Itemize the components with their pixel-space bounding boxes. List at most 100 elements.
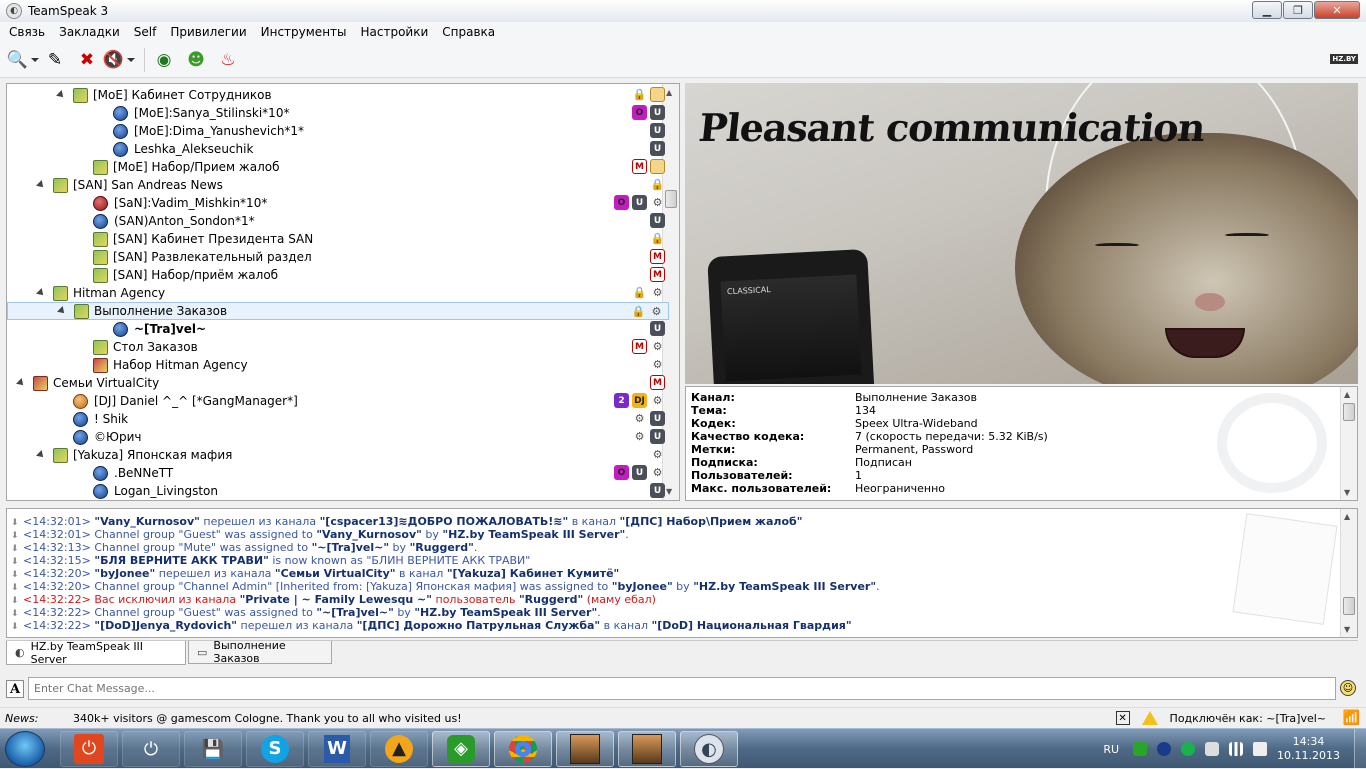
chat-name[interactable]: "[DoD] Национальная Гвардия" (651, 619, 851, 632)
expand-arrow-icon[interactable] (56, 90, 66, 100)
chat-scrollbar[interactable]: ▲ ▼ (1340, 509, 1357, 637)
chat-name[interactable]: "Ruggerd" (410, 541, 474, 554)
chrome-icon[interactable] (494, 731, 552, 767)
user-row[interactable]: ~[Tra]vel~ U (7, 320, 669, 338)
volume-icon[interactable] (1253, 742, 1268, 756)
scroll-up-icon[interactable]: ▲ (1344, 512, 1350, 521)
tray-device-icon[interactable] (1205, 742, 1220, 756)
menu-permissions[interactable]: Привилегии (163, 25, 253, 39)
expand-arrow-icon[interactable] (36, 180, 46, 190)
smiley-icon[interactable]: ☺ (1340, 680, 1356, 696)
close-news-icon[interactable]: ✕ (1115, 711, 1130, 725)
chat-name[interactable]: "HZ.by TeamSpeak III Server" (414, 606, 597, 619)
network-icon[interactable] (1229, 742, 1244, 756)
menu-connections[interactable]: Связь (2, 25, 52, 39)
chat-name[interactable]: "HZ.by TeamSpeak III Server" (693, 580, 876, 593)
game-app-icon-2[interactable] (618, 731, 676, 767)
scrollbar-thumb[interactable] (1343, 597, 1355, 615)
skype-icon[interactable]: S (246, 731, 304, 767)
chat-name[interactable]: "~[Tra]vel~" (312, 541, 390, 554)
expand-arrow-icon[interactable] (36, 450, 46, 460)
warning-icon[interactable] (1141, 711, 1158, 725)
chat-name[interactable]: "~[Tra]vel~" (316, 606, 394, 619)
user-row[interactable]: [MoE]:Sanya_Stilinski*10* O U (7, 104, 669, 122)
chat-name[interactable]: "byJonee" (94, 567, 155, 580)
chat-name[interactable]: "Vany_Kurnosov" (94, 515, 200, 528)
channel-row[interactable]: [SAN] San Andreas News 🔒 (7, 176, 669, 194)
user-row[interactable]: [MoE]:Dima_Yanushevich*1* U (7, 122, 669, 140)
show-desktop-button[interactable] (1354, 729, 1366, 769)
chat-name[interactable]: "[ДПС] Набор\Прием жалоб" (620, 515, 803, 528)
start-button[interactable] (5, 731, 45, 767)
teamspeak-icon[interactable]: ◐ (6, 3, 22, 19)
info-scrollbar[interactable]: ▲ ▼ (1340, 387, 1357, 500)
language-indicator[interactable]: RU (1103, 743, 1119, 756)
clock[interactable]: 14:34 10.11.2013 (1277, 735, 1340, 763)
menu-self[interactable]: Self (127, 25, 164, 39)
chat-name[interactable]: "Ruggerd" (519, 593, 583, 606)
menu-tools[interactable]: Инструменты (254, 25, 354, 39)
channel-row[interactable]: Семьи VirtualCity M (7, 374, 669, 392)
scrollbar-thumb[interactable] (1343, 403, 1355, 421)
game-app-icon[interactable] (556, 731, 614, 767)
channel-tree[interactable]: ▲ ▼ [MoE] Кабинет Сотрудников 🔒 [MoE]:Sany… (6, 83, 680, 501)
menu-settings[interactable]: Настройки (354, 25, 436, 39)
channel-row[interactable]: [Yakuza] Японская мафия ⚙ (7, 446, 669, 464)
user-row[interactable]: (SAN)Anton_Sondon*1* U (7, 212, 669, 230)
save-disk-icon[interactable]: 💾 (184, 731, 242, 767)
bookmark-icon[interactable]: ✎ (42, 47, 68, 73)
aimp-icon[interactable]: ▲ (370, 731, 428, 767)
user-icon[interactable]: ☻ (183, 47, 209, 73)
user-row[interactable]: [DJ] Daniel ^_^ [*GangManager*] 2 DJ ⚙ (7, 392, 669, 410)
user-row[interactable]: [SaN]:Vadim_Mishkin*10* O U ⚙ (7, 194, 669, 212)
maximize-button[interactable]: ❐ (1283, 1, 1313, 19)
connect-icon[interactable]: 🔍 (7, 47, 36, 73)
mute-speakers-icon[interactable]: 🔇 (103, 47, 132, 73)
user-row[interactable]: Logan_Livingston U (7, 482, 669, 500)
text-format-icon[interactable]: A (6, 680, 24, 698)
teamspeak-taskbar-icon[interactable]: ◐ (680, 731, 738, 767)
expand-arrow-icon[interactable] (57, 306, 67, 316)
tray-green-icon[interactable] (1181, 742, 1196, 756)
chat-name[interactable]: "Семьи VirtualCity" (275, 567, 396, 580)
minimize-button[interactable]: ▁ (1252, 1, 1282, 19)
chat-name[interactable]: "Private | ~ Family Lewesqu ~" (240, 593, 432, 606)
channel-row[interactable]: Стол Заказов M ⚙ (7, 338, 669, 356)
chat-name[interactable]: "Vany_Kurnosov" (316, 528, 422, 541)
chat-log[interactable]: ▲ ▼ ⬇ <14:32:01> "Vany_Kurnosov" перешел … (6, 508, 1358, 638)
chat-name[interactable]: "[DoD]Jenya_Rydovich" (94, 619, 237, 632)
channel-row[interactable]: [MoE] Набор/Прием жалоб M (7, 158, 669, 176)
chat-name[interactable]: "HZ.by TeamSpeak III Server" (442, 528, 625, 541)
tray-teamspeak-icon[interactable] (1157, 742, 1172, 756)
channel-row[interactable]: [MoE] Кабинет Сотрудников 🔒 (7, 86, 669, 104)
tab-server[interactable]: ◐ HZ.by TeamSpeak III Server (6, 640, 186, 666)
chat-name[interactable]: "БЛЯ ВЕРНИТЕ АКК ТРАВИ" (94, 554, 269, 567)
green-app-icon[interactable]: ◈ (432, 731, 490, 767)
chat-name[interactable]: "[cspacer13]≋ДОБРО ПОЖАЛОВАТЬ!≋" (320, 515, 569, 528)
menu-help[interactable]: Справка (435, 25, 502, 39)
expand-arrow-icon[interactable] (36, 288, 46, 298)
user-row[interactable]: Leshka_Alekseuchik U (7, 140, 669, 158)
channel-row[interactable]: Hitman Agency 🔒 ⚙ (7, 284, 669, 302)
channel-row[interactable]: [SAN] Развлекательный раздел M (7, 248, 669, 266)
disconnect-icon[interactable]: ✖ (74, 47, 100, 73)
channel-row[interactable]: [SAN] Кабинет Президента SAN 🔒 (7, 230, 669, 248)
user-row[interactable]: ! Shik ⚙ U (7, 410, 669, 428)
expand-arrow-icon[interactable] (16, 378, 26, 388)
channel-row[interactable]: [SAN] Набор/приём жалоб M (7, 266, 669, 284)
menu-bookmarks[interactable]: Закладки (52, 25, 127, 39)
chat-input[interactable] (28, 677, 1336, 700)
user-row[interactable]: ©Юрич ⚙ U (7, 428, 669, 446)
news-text[interactable]: 340k+ visitors @ gamescom Cologne. Thank… (73, 712, 462, 725)
chat-name[interactable]: "byJonee" (612, 580, 673, 593)
channel-row[interactable]: Выполнение Заказов 🔒 ⚙ (7, 302, 669, 320)
tab-channel[interactable]: ▭ Выполнение Заказов (188, 639, 332, 665)
chat-name[interactable]: "[ДПС] Дорожно Патрульная Служба" (357, 619, 600, 632)
chat-name[interactable]: "[Yakuza] Кабинет Кумитё" (447, 567, 619, 580)
word-icon[interactable]: W (308, 731, 366, 767)
tray-app-icon[interactable] (1133, 742, 1148, 756)
shutdown-app-icon[interactable]: ⏻ (60, 731, 118, 767)
scroll-down-icon[interactable]: ▼ (1344, 625, 1350, 634)
close-button[interactable]: ✕ (1314, 1, 1360, 19)
channel-row[interactable]: Набор Hitman Agency ⚙ (7, 356, 669, 374)
